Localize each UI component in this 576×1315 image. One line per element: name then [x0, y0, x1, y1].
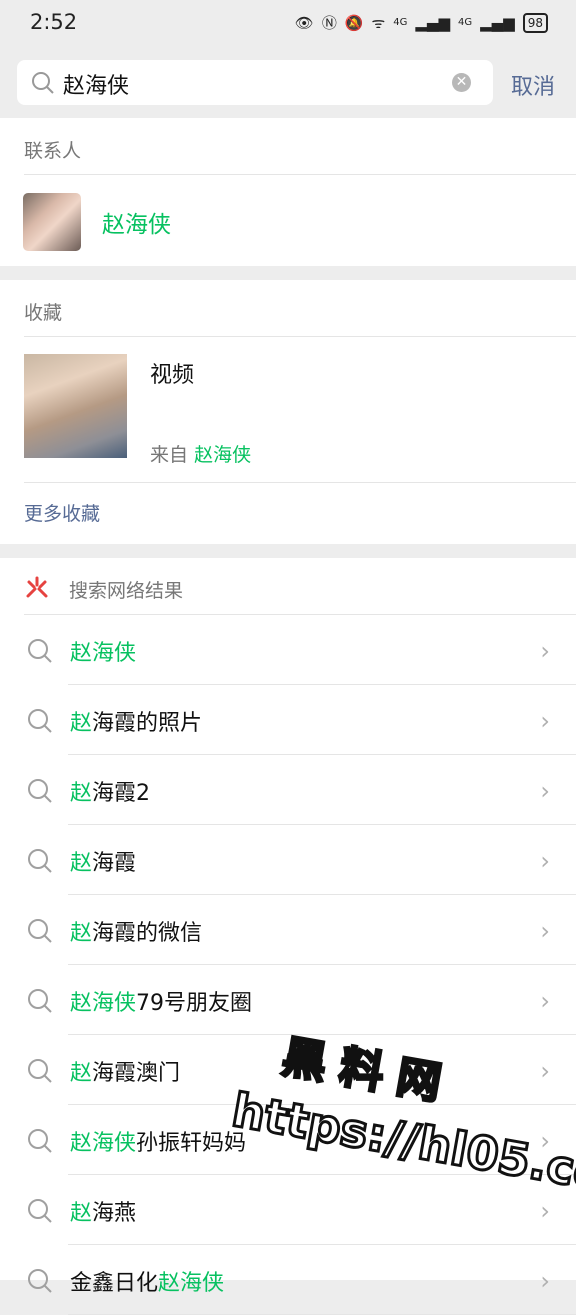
chevron-right-icon: ›: [540, 637, 550, 665]
chevron-right-icon: ›: [540, 1127, 550, 1155]
video-thumbnail: [24, 354, 127, 458]
suggestion-highlight: 赵: [70, 1201, 93, 1226]
search-icon: [28, 639, 52, 663]
web-results-header: 搜索网络结果: [24, 558, 576, 615]
search-suggestion-row[interactable]: 赵海霞澳门 ›: [0, 1035, 576, 1105]
search-icon: [28, 1269, 52, 1293]
chevron-right-icon: ›: [540, 707, 550, 735]
suggestion-highlight: 赵海侠: [70, 1131, 137, 1156]
search-suggestion-row[interactable]: 赵海侠孙振轩妈妈 ›: [0, 1105, 576, 1175]
chevron-right-icon: ›: [540, 987, 550, 1015]
suggestion-text: 赵海燕: [70, 1195, 136, 1227]
status-time: 2:52: [30, 10, 78, 34]
search-suggestion-row[interactable]: 赵海霞2 ›: [0, 755, 576, 825]
search-suggestion-row[interactable]: 金鑫日化赵海侠 ›: [0, 1245, 576, 1315]
status-bar: 2:52 👁 Ⓝ 🔕 ᯤ 4G ▂▄▆ 4G ▂▄▆ 98: [0, 0, 576, 48]
avatar: [23, 193, 81, 251]
favorites-header: 收藏: [24, 280, 576, 337]
suggestion-text: 赵海霞的微信: [70, 915, 202, 947]
search-network-icon: [26, 576, 48, 598]
suggestion-rest: 孙振轩妈妈: [136, 1131, 247, 1156]
favorite-item[interactable]: 视频 来自 赵海侠: [24, 337, 576, 483]
favorites-section: 收藏 视频 来自 赵海侠 更多收藏: [0, 280, 576, 544]
chevron-right-icon: ›: [540, 1197, 550, 1225]
search-icon: [28, 1059, 52, 1083]
favorite-title: 视频: [150, 363, 195, 388]
chevron-right-icon: ›: [540, 917, 550, 945]
suggestion-rest: 海霞: [92, 851, 137, 876]
suggestion-highlight: 赵海侠: [158, 1271, 225, 1296]
suggestion-highlight: 赵海侠: [70, 991, 137, 1016]
suggestion-rest: 海霞的照片: [92, 711, 203, 736]
suggestion-highlight: 赵: [70, 711, 93, 736]
web-results-list: 赵海侠 › 赵海霞的照片 › 赵海霞2 › 赵海霞 › 赵海霞的微信 › 赵海侠79号朋友圈 › 赵海霞…: [0, 615, 576, 1315]
suggestion-text: 赵海侠: [70, 635, 136, 667]
signal-1-label: 4G: [393, 17, 408, 28]
contact-item[interactable]: 赵海侠: [0, 175, 576, 267]
suggestion-text: 赵海侠79号朋友圈: [70, 985, 252, 1017]
contacts-section: 联系人 赵海侠: [0, 118, 576, 266]
suggestion-rest: 海霞澳门: [92, 1061, 181, 1086]
search-icon: [28, 1129, 52, 1153]
suggestion-highlight: 赵: [70, 921, 93, 946]
search-icon: [28, 1199, 52, 1223]
search-bar: 赵海侠 ✕ 取消: [0, 48, 576, 116]
suggestion-text: 金鑫日化赵海侠: [70, 1265, 224, 1297]
eye-icon: 👁: [294, 13, 314, 32]
contacts-header: 联系人: [24, 118, 576, 175]
battery-indicator: 98: [522, 12, 548, 33]
signal-icon: ▂▄▆: [415, 13, 450, 32]
search-icon: [28, 989, 52, 1013]
search-suggestion-row[interactable]: 赵海燕 ›: [0, 1175, 576, 1245]
suggestion-text: 赵海霞2: [70, 775, 150, 807]
suggestion-rest: 79号朋友圈: [136, 991, 253, 1016]
suggestion-highlight: 赵: [70, 781, 93, 806]
suggestion-highlight: 赵: [70, 851, 93, 876]
search-suggestion-row[interactable]: 赵海霞的照片 ›: [0, 685, 576, 755]
contact-name: 赵海侠: [102, 212, 171, 238]
suggestion-rest: 海霞2: [92, 781, 151, 806]
suggestion-rest: 海燕: [92, 1201, 137, 1226]
status-icons: 👁 Ⓝ 🔕 ᯤ 4G ▂▄▆ 4G ▂▄▆ 98: [295, 12, 548, 33]
search-query: 赵海侠: [63, 74, 130, 99]
suggestion-text: 赵海侠孙振轩妈妈: [70, 1125, 246, 1157]
signal-icon: ▂▄▆: [480, 13, 515, 32]
suggestion-prefix: 金鑫日化: [70, 1271, 159, 1296]
more-favorites-link[interactable]: 更多收藏: [0, 483, 576, 545]
chevron-right-icon: ›: [540, 1057, 550, 1085]
search-icon: [28, 779, 52, 803]
chevron-right-icon: ›: [540, 847, 550, 875]
suggestion-rest: 海霞的微信: [92, 921, 203, 946]
nfc-icon: Ⓝ: [321, 14, 337, 32]
search-suggestion-row[interactable]: 赵海霞的微信 ›: [0, 895, 576, 965]
search-suggestion-row[interactable]: 赵海侠 ›: [0, 615, 576, 685]
suggestion-highlight: 赵海侠: [70, 641, 137, 666]
search-icon: [32, 72, 54, 94]
chevron-right-icon: ›: [540, 777, 550, 805]
clear-icon[interactable]: ✕: [452, 73, 471, 92]
favorite-source: 来自 赵海侠: [150, 444, 252, 466]
chevron-right-icon: ›: [540, 1267, 550, 1295]
web-results-section: 搜索网络结果 赵海侠 › 赵海霞的照片 › 赵海霞2 › 赵海霞 › 赵海霞的微信 › 赵海侠79号…: [0, 558, 576, 1315]
cancel-button[interactable]: 取消: [511, 69, 555, 101]
search-suggestion-row[interactable]: 赵海侠79号朋友圈 ›: [0, 965, 576, 1035]
search-suggestion-row[interactable]: 赵海霞 ›: [0, 825, 576, 895]
search-icon: [28, 709, 52, 733]
suggestion-highlight: 赵: [70, 1061, 93, 1086]
search-icon: [28, 919, 52, 943]
wifi-icon: ᯤ: [371, 13, 386, 32]
suggestion-text: 赵海霞: [70, 845, 136, 877]
suggestion-text: 赵海霞澳门: [70, 1055, 180, 1087]
signal-2-label: 4G: [457, 17, 473, 28]
search-input[interactable]: 赵海侠 ✕: [17, 60, 493, 105]
search-icon: [28, 849, 52, 873]
web-results-title: 搜索网络结果: [69, 580, 184, 602]
suggestion-text: 赵海霞的照片: [70, 705, 202, 737]
mute-icon: 🔕: [344, 13, 364, 32]
